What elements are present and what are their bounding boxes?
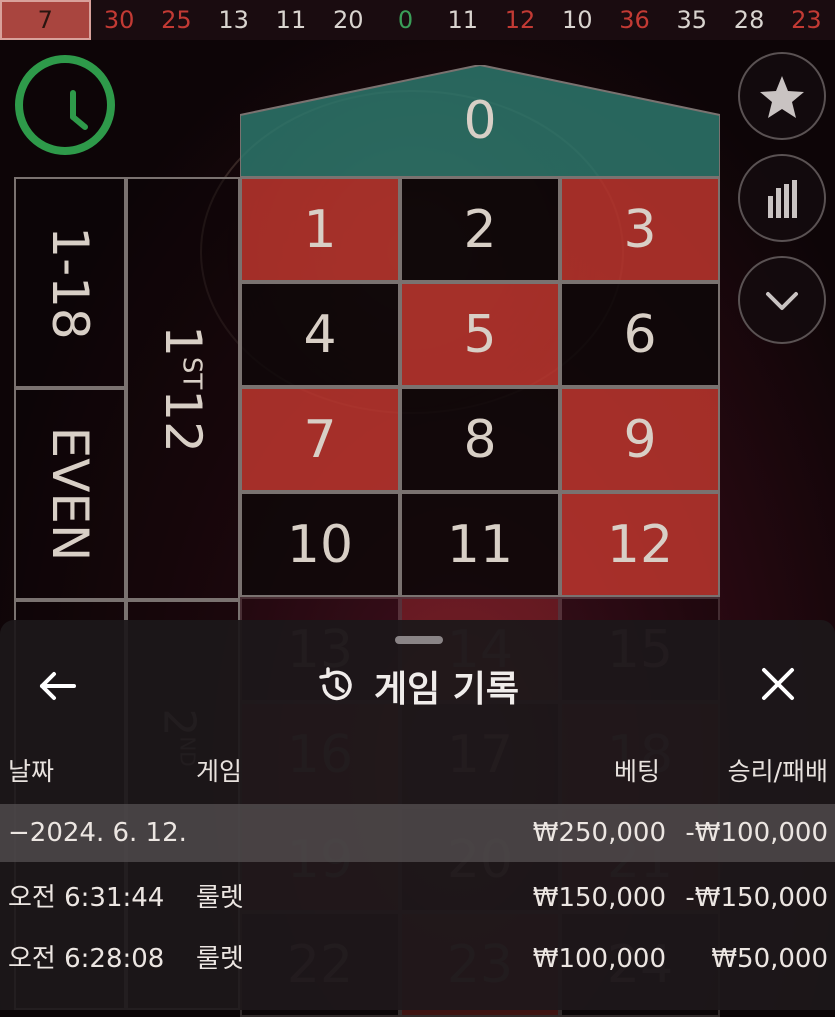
bet-spot-number[interactable]: 7 <box>240 387 400 492</box>
date-group-bet: ₩250,000 <box>532 818 666 848</box>
date-group-label: −2024. 6. 12. <box>8 818 187 848</box>
bet-spot-number[interactable]: 1 <box>240 177 400 282</box>
row-game: 룰렛 <box>196 944 244 974</box>
bet-spot-number[interactable]: 8 <box>400 387 560 492</box>
history-number: 36 <box>619 6 650 34</box>
row-bet: ₩100,000 <box>532 944 666 974</box>
history-number: 20 <box>332 6 364 34</box>
row-bet: ₩150,000 <box>532 883 666 913</box>
chevron-down-icon <box>766 292 798 310</box>
history-number: 12 <box>504 6 536 34</box>
sheet-title-text: 게임 기록 <box>373 669 519 710</box>
row-time: 오전 6:31:44 <box>8 883 165 913</box>
history-number: 25 <box>161 6 192 34</box>
date-group-result: -₩100,000 <box>685 818 828 848</box>
star-icon <box>760 76 804 118</box>
close-icon <box>762 668 794 700</box>
favorite-button[interactable] <box>738 52 826 140</box>
history-number: 13 <box>218 6 249 34</box>
bet-spot-number[interactable]: 4 <box>240 282 400 387</box>
bet-1-18-label: 1-18 <box>41 225 99 340</box>
dozen-1-label: 1ST12 <box>154 324 212 453</box>
history-number: 11 <box>275 6 307 34</box>
column-header-result: 승리/패배 <box>727 757 828 786</box>
history-number: 23 <box>791 6 822 34</box>
row-result: -₩150,000 <box>685 883 828 913</box>
bar-chart-icon <box>768 180 797 218</box>
row-game: 룰렛 <box>196 883 244 913</box>
column-header-bet: 베팅 <box>613 757 660 786</box>
bet-spot-even[interactable]: EVEN <box>14 388 126 600</box>
bet-spot-1-18[interactable]: 1-18 <box>14 177 126 388</box>
close-button[interactable] <box>758 664 798 704</box>
sheet-title: 게임 기록 <box>0 660 835 712</box>
bet-spot-number[interactable]: 12 <box>560 492 720 597</box>
history-number: 11 <box>447 6 479 34</box>
bet-spot-zero[interactable]: 0 <box>240 65 720 177</box>
collapse-button[interactable] <box>738 256 826 344</box>
bet-spot-1st-12[interactable]: 1ST12 <box>126 177 240 600</box>
column-header-date: 날짜 <box>8 757 55 786</box>
bet-spot-number[interactable]: 6 <box>560 282 720 387</box>
clock-icon <box>15 55 115 155</box>
bet-spot-number[interactable]: 2 <box>400 177 560 282</box>
date-group-row[interactable]: −2024. 6. 12. ₩250,000 -₩100,000 <box>0 804 835 862</box>
zero-label: 0 <box>463 91 497 151</box>
history-number: 0 <box>397 6 414 34</box>
history-number: 10 <box>562 6 593 34</box>
sheet-drag-handle[interactable] <box>395 636 443 644</box>
column-header-game: 게임 <box>196 757 243 786</box>
history-number: 7 <box>0 0 91 40</box>
bet-spot-number[interactable]: 10 <box>240 492 400 597</box>
bet-spot-number[interactable]: 3 <box>560 177 720 282</box>
bet-spot-number[interactable]: 9 <box>560 387 720 492</box>
results-history-strip: 7 30 25 13 11 20 0 11 12 10 36 35 28 23 <box>0 0 835 40</box>
bet-spot-number[interactable]: 5 <box>400 282 560 387</box>
history-icon <box>319 667 352 701</box>
bet-spot-number[interactable]: 11 <box>400 492 560 597</box>
history-row[interactable]: 오전 6:31:44 룰렛 ₩150,000 -₩150,000 <box>0 869 835 927</box>
bet-even-label: EVEN <box>41 426 99 562</box>
history-row[interactable]: 오전 6:28:08 룰렛 ₩100,000 ₩50,000 <box>0 930 835 988</box>
row-result: ₩50,000 <box>711 944 828 974</box>
history-number: 35 <box>676 6 708 34</box>
row-time: 오전 6:28:08 <box>8 944 165 974</box>
history-number: 28 <box>733 6 765 34</box>
statistics-button[interactable] <box>738 154 826 242</box>
history-number: 30 <box>103 6 135 34</box>
